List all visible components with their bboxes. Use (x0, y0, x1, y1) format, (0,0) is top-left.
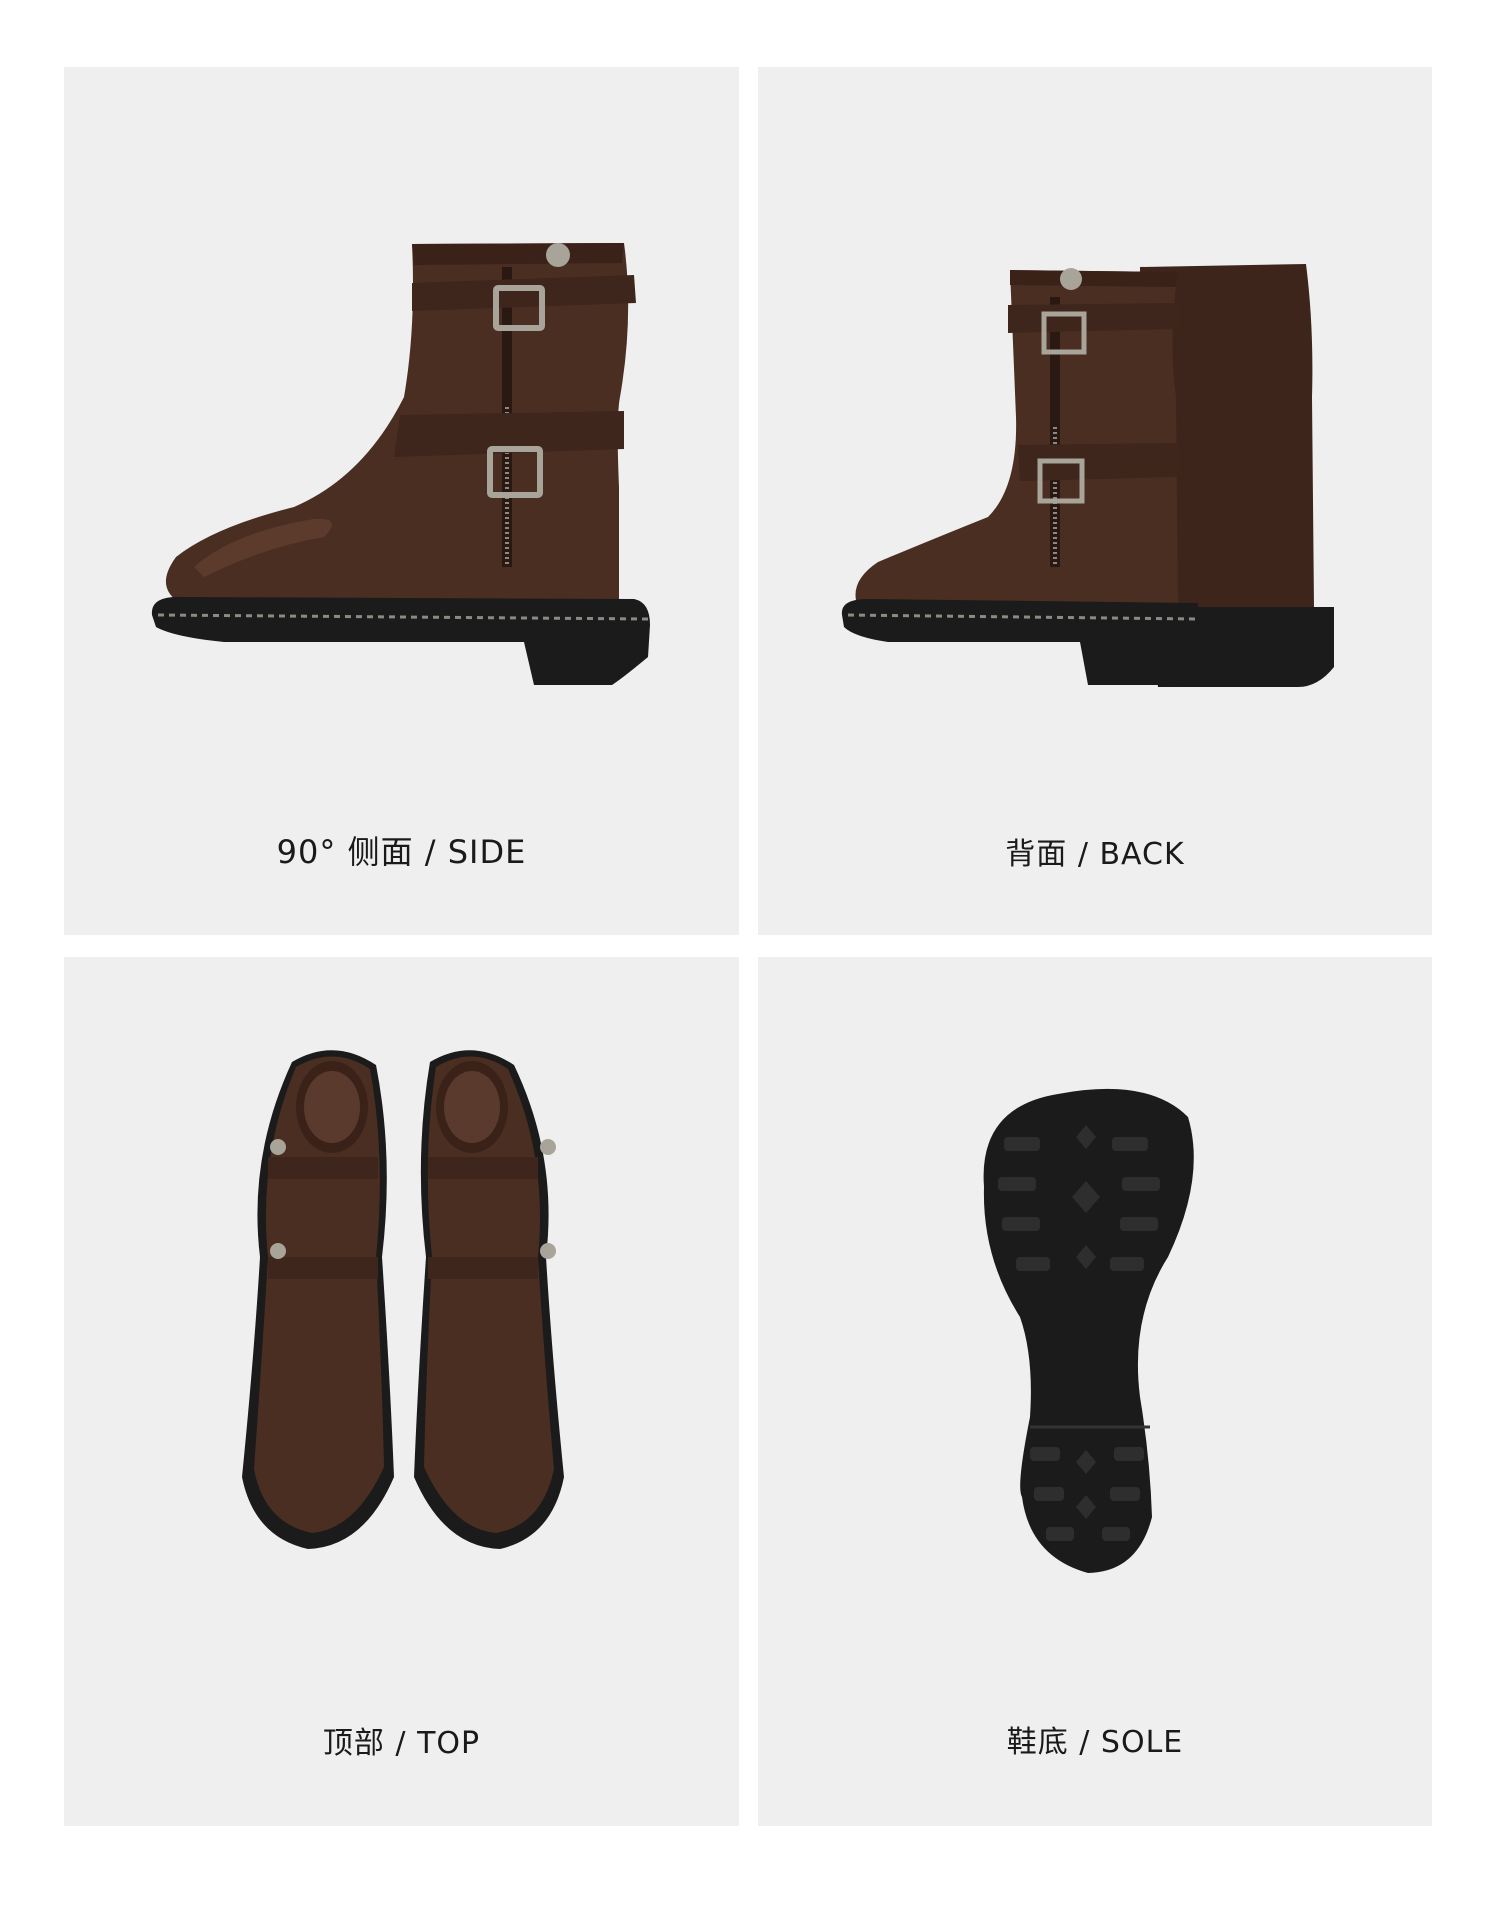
caption-side: 90° 侧面 / SIDE (276, 833, 527, 871)
caption-back: 背面 / BACK (1005, 837, 1185, 872)
panel-top: 顶部 / TOP (64, 957, 739, 1826)
back-boots-image (841, 264, 1334, 687)
panel-back: 背面 / BACK (758, 67, 1432, 935)
panel-sole: 鞋底 / SOLE (758, 957, 1432, 1826)
caption-sole: 鞋底 / SOLE (1006, 1725, 1184, 1760)
sole-image (983, 1088, 1194, 1573)
side-boot-image (151, 243, 650, 685)
caption-top: 顶部 / TOP (322, 1726, 481, 1761)
top-boots-image (242, 1050, 564, 1549)
product-gallery: 90° 侧面 / SIDE 背面 / BACK 顶部 / TOP 鞋底 / SO… (0, 0, 1500, 1906)
panel-side: 90° 侧面 / SIDE (64, 67, 739, 935)
